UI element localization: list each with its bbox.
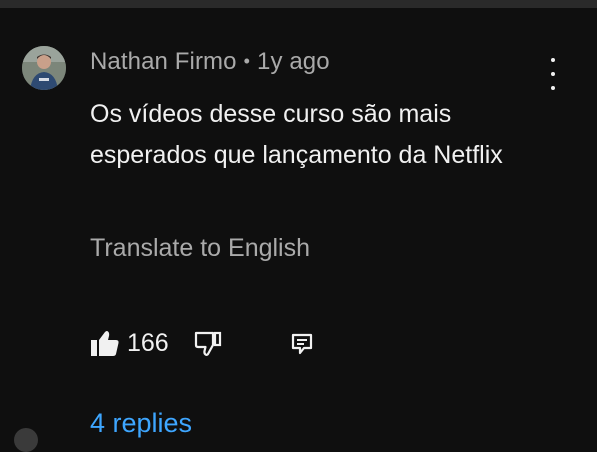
translate-button[interactable]: Translate to English <box>90 234 310 263</box>
avatar[interactable] <box>22 46 66 90</box>
next-comment-avatar <box>14 428 38 452</box>
reply-button[interactable] <box>291 333 313 355</box>
thumbs-up-icon <box>91 331 119 356</box>
comment-thread: Nathan Firmo • 1y ago Os vídeos desse curs… <box>0 8 597 439</box>
timestamp[interactable]: 1y ago <box>257 48 330 75</box>
dislike-button[interactable] <box>194 330 222 358</box>
top-divider <box>0 0 597 8</box>
more-options-button[interactable] <box>538 58 568 90</box>
author-name[interactable]: Nathan Firmo <box>90 48 237 75</box>
avatar-image <box>22 46 66 90</box>
comment-text: Os vídeos desse curso são mais esperados… <box>90 100 503 169</box>
more-dot <box>551 72 555 76</box>
meta-separator: • <box>243 51 250 71</box>
comment-meta: Nathan Firmo • 1y ago <box>90 48 330 76</box>
like-button[interactable] <box>90 328 120 358</box>
more-vertical-icon <box>551 58 555 62</box>
comment-actions: 166 <box>90 326 330 362</box>
comment-reply-icon <box>291 333 313 355</box>
like-count: 166 <box>127 329 169 357</box>
view-replies-button[interactable]: 4 replies <box>90 408 192 439</box>
more-dot <box>551 86 555 90</box>
thumbs-down-icon <box>194 331 222 356</box>
